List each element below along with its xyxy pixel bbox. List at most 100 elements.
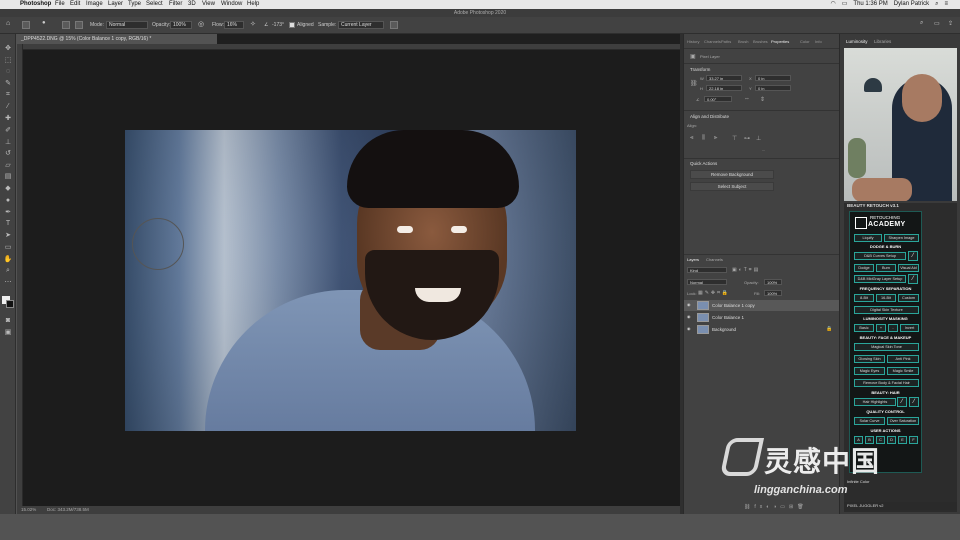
mode-select[interactable]: Normal <box>106 21 148 29</box>
menu-filter[interactable]: Filter <box>169 0 182 9</box>
x-field[interactable]: 0 in <box>755 75 791 81</box>
db-midgray-button[interactable]: D&B MidGray Layer Setup <box>854 275 906 283</box>
brush-preset-icon[interactable]: ● <box>42 20 46 26</box>
blur-tool-icon[interactable]: ◆ <box>3 184 13 193</box>
hand-tool-icon[interactable]: ✋ <box>3 255 13 264</box>
y-field[interactable]: 0 in <box>755 85 791 91</box>
document-tab[interactable]: _DPP4522.DNG @ 15% (Color Balance 1 copy… <box>17 34 217 44</box>
tab-color[interactable]: Color <box>800 39 810 44</box>
aligned-checkbox[interactable] <box>289 22 295 28</box>
height-field[interactable]: 22.18 in <box>706 85 742 91</box>
menu-select[interactable]: Select <box>146 0 163 9</box>
flip-vertical-icon[interactable]: ⇕ <box>760 96 765 103</box>
tab-channels-layers[interactable]: Channels <box>706 257 723 262</box>
tab-history[interactable]: History <box>687 39 699 44</box>
layer-name[interactable]: Color Balance 1 <box>712 312 744 323</box>
transform-title[interactable]: Transform <box>690 67 710 72</box>
width-field[interactable]: 33.27 in <box>706 75 742 81</box>
custom-button[interactable]: Custom <box>898 294 919 302</box>
tab-info[interactable]: Info <box>815 39 822 44</box>
home-icon[interactable]: ⌂ <box>6 20 10 27</box>
search-icon[interactable]: ⌕ <box>935 0 938 9</box>
gradient-tool-icon[interactable]: ▤ <box>3 172 13 181</box>
shape-tool-icon[interactable]: ▭ <box>3 243 13 252</box>
brush-icon[interactable]: ⁄ <box>909 397 919 407</box>
burn-button[interactable]: Burn <box>876 264 896 272</box>
tab-brush[interactable]: Brush <box>738 39 748 44</box>
digital-skin-button[interactable]: Digital Skin Texture <box>854 306 919 314</box>
fill-field[interactable]: 100% <box>764 290 782 296</box>
select-subject-button[interactable]: Select Subject <box>690 182 774 191</box>
healing-brush-tool-icon[interactable]: ✚ <box>3 114 13 123</box>
menu-window[interactable]: Window <box>221 0 242 9</box>
align-center-icon[interactable]: ⫼ <box>702 135 705 142</box>
clone-source-icon[interactable] <box>75 21 83 29</box>
sample-select[interactable]: Current Layer <box>338 21 384 29</box>
16bit-button[interactable]: 16-Bit <box>876 294 896 302</box>
crop-tool-icon[interactable]: ⌗ <box>3 90 13 99</box>
remove-hair-button[interactable]: Remove Body & Facial Hair <box>854 379 919 387</box>
path-select-tool-icon[interactable]: ➤ <box>3 231 13 240</box>
history-brush-tool-icon[interactable]: ↺ <box>3 149 13 158</box>
invert-button[interactable]: Invert <box>900 324 919 332</box>
eyedropper-tool-icon[interactable]: ⁄ <box>3 102 13 111</box>
quick-select-tool-icon[interactable]: ✎ <box>3 79 13 88</box>
layer-row[interactable]: ◉ Background 🔒 <box>684 324 840 335</box>
blend-mode-select[interactable]: Normal <box>687 279 727 285</box>
layer-name[interactable]: Background <box>712 324 736 335</box>
more-options-icon[interactable]: ... <box>762 147 765 152</box>
menu-3d[interactable]: 3D <box>188 0 196 9</box>
magic-eyes-button[interactable]: Magic Eyes <box>854 367 885 375</box>
battery-icon[interactable]: ▭ <box>842 0 848 9</box>
magic-smile-button[interactable]: Magic Smile <box>887 367 919 375</box>
background-color-swatch[interactable] <box>6 300 14 308</box>
search-tool-icon[interactable]: ⌕ <box>920 20 923 27</box>
marquee-tool-icon[interactable]: ⬚ <box>3 56 13 65</box>
dodge-button[interactable]: Dodge <box>854 264 874 272</box>
workspace-icon[interactable]: ▭ <box>934 20 940 27</box>
liquify-button[interactable]: Liquify <box>854 234 882 242</box>
db-curves-button[interactable]: D&B Curves Setup <box>854 252 906 260</box>
lasso-tool-icon[interactable]: ◌ <box>3 67 13 76</box>
layer-filter-icons[interactable]: ▣◐T⌗▤ <box>732 267 760 273</box>
zoom-tool-icon[interactable]: ⌕ <box>3 266 13 275</box>
brush-icon[interactable]: ⁄ <box>908 274 918 284</box>
glowing-skin-button[interactable]: Glowing Skin <box>854 355 885 363</box>
layer-name[interactable]: Color Balance 1 copy <box>712 300 755 311</box>
ignore-adjustment-icon[interactable] <box>390 21 398 29</box>
menu-layer[interactable]: Layer <box>108 0 123 9</box>
align-title[interactable]: Align and Distribute <box>690 114 729 119</box>
tab-properties[interactable]: Properties <box>771 39 789 44</box>
dodge-tool-icon[interactable]: ● <box>3 196 13 205</box>
align-top-icon[interactable]: ⊤ <box>732 135 737 142</box>
8bit-button[interactable]: 8-Bit <box>854 294 874 302</box>
menu-image[interactable]: Image <box>86 0 103 9</box>
kind-filter[interactable]: Kind <box>687 267 727 273</box>
move-tool-icon[interactable]: ✥ <box>3 44 13 53</box>
type-tool-icon[interactable]: T <box>3 219 13 228</box>
more-tools-icon[interactable]: ⋯ <box>3 278 13 287</box>
tab-paths[interactable]: Paths <box>721 39 731 44</box>
magical-skin-button[interactable]: Magical Skin Tone <box>854 343 919 351</box>
share-icon[interactable]: ⇪ <box>948 20 953 27</box>
hair-highlights-button[interactable]: Hair Highlights <box>854 398 896 406</box>
quick-mask-icon[interactable]: ◙ <box>3 316 13 325</box>
tab-layers[interactable]: Layers <box>687 257 699 262</box>
visibility-eye-icon[interactable]: ◉ <box>687 315 692 319</box>
brush-icon[interactable]: ⁄ <box>897 397 907 407</box>
brush-tool-icon[interactable]: ✐ <box>3 126 13 135</box>
lock-icons[interactable]: ▦✎✥⌗🔒 <box>698 290 730 296</box>
zoom-level[interactable]: 15.02% <box>21 506 36 514</box>
pressure-opacity-icon[interactable]: ◎ <box>198 20 204 28</box>
menu-view[interactable]: View <box>202 0 215 9</box>
link-icon[interactable]: ⛓ <box>690 80 698 87</box>
brush-icon[interactable]: ⁄ <box>908 251 918 261</box>
menu-list-icon[interactable]: ≡ <box>944 0 948 9</box>
sharpen-button[interactable]: Sharpen Image <box>884 234 919 242</box>
layer-row[interactable]: ◉ Color Balance 1 <box>684 312 840 323</box>
menu-type[interactable]: Type <box>128 0 141 9</box>
angle-value[interactable]: -173° <box>272 22 284 28</box>
layer-row[interactable]: ◉ Color Balance 1 copy <box>684 300 840 311</box>
wifi-icon[interactable]: ◠ <box>830 0 835 9</box>
tab-channels[interactable]: Channels <box>704 39 721 44</box>
